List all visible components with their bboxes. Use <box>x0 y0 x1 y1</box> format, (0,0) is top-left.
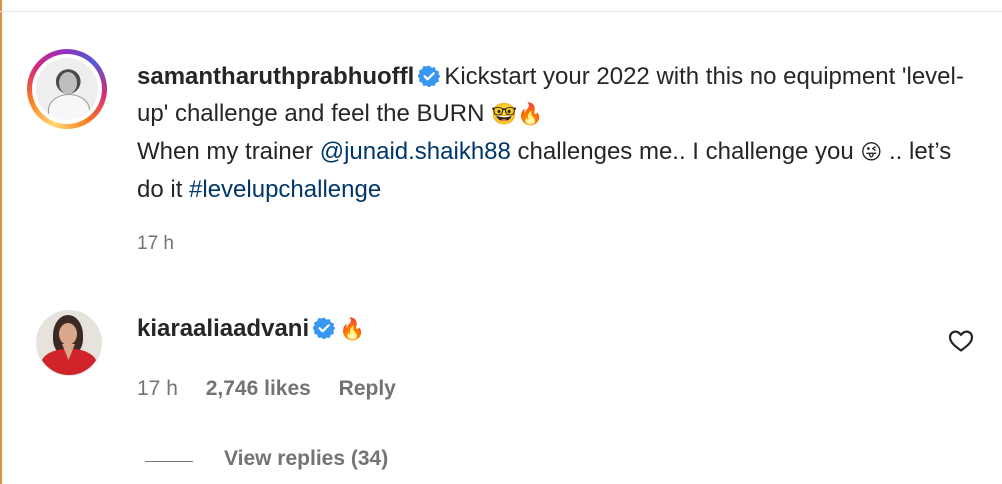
commenter-username[interactable]: kiaraaliaadvani <box>137 315 309 342</box>
wink-tongue-emoji: 😜 <box>860 140 883 164</box>
comment-likes-count[interactable]: 2,746 likes <box>206 377 311 400</box>
comment-timestamp[interactable]: 17 h <box>137 377 178 400</box>
verified-badge-icon <box>313 317 336 339</box>
mention-link[interactable]: @junaid.shaikh88 <box>320 138 511 165</box>
avatar-photo <box>36 58 98 120</box>
hashtag-link[interactable]: #levelupchallenge <box>189 176 381 203</box>
caption-text: challenges me.. I challenge you <box>510 138 861 165</box>
caption-text: When my trainer <box>137 138 320 165</box>
heart-outline-icon[interactable] <box>948 329 974 353</box>
post-author-avatar[interactable] <box>27 49 107 129</box>
replies-divider <box>145 461 193 462</box>
reply-button[interactable]: Reply <box>339 377 396 400</box>
post-caption: samantharuthprabhuoffl Kickstart your 202… <box>137 58 977 208</box>
top-divider <box>0 11 1002 12</box>
comment-meta: 17 h 2,746 likes Reply <box>137 377 418 401</box>
verified-badge-icon <box>418 65 441 87</box>
post-author-username[interactable]: samantharuthprabhuoffl <box>137 63 414 90</box>
window-edge <box>0 0 2 484</box>
commenter-avatar[interactable] <box>36 310 102 376</box>
nerd-emoji: 🤓 <box>491 102 518 126</box>
fire-emoji: 🔥 <box>517 102 544 126</box>
fire-emoji: 🔥 <box>339 317 366 341</box>
view-replies-button[interactable]: View replies (34) <box>224 447 388 471</box>
post-timestamp[interactable]: 17 h <box>137 233 174 255</box>
comment-body: kiaraaliaadvani 🔥 <box>137 312 365 346</box>
